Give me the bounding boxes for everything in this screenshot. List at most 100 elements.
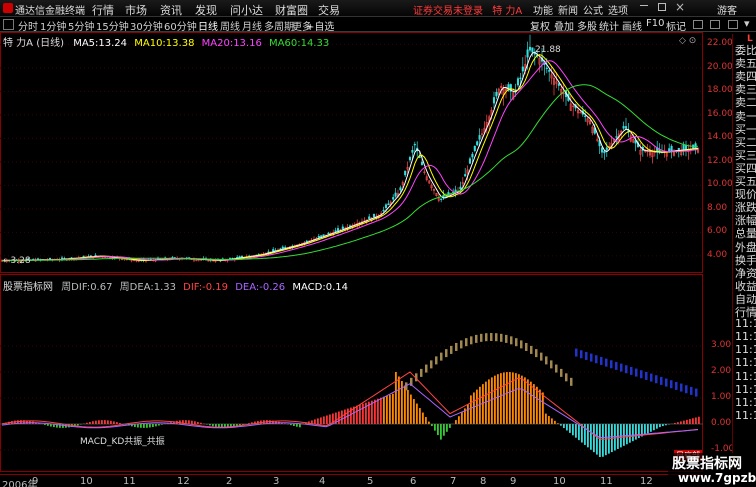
period-tab-4[interactable]: 30分钟 <box>130 18 163 33</box>
macd-bar <box>521 375 523 424</box>
time-tick: 10 <box>553 476 566 487</box>
macd-bar <box>545 413 547 424</box>
add-watchlist-button[interactable]: +自选 <box>306 18 334 33</box>
macd-bar <box>155 424 157 427</box>
layout-icon[interactable] <box>693 20 703 29</box>
tool-stats[interactable]: 统计 <box>599 18 619 33</box>
macd-bar <box>410 394 412 424</box>
quote-side-panel[interactable]: 委比 卖五 卖四 卖三 卖二 卖一 买一 买二 买三 买四 买五 现价 涨跌 涨幅 总量 外盘 换手 净资 收益 自动… <box>732 34 756 474</box>
chart-settings-icon[interactable]: ◇ ⊙ <box>679 36 696 46</box>
macd-bar <box>698 416 700 424</box>
macd-bar <box>470 395 472 424</box>
weekly-macd-bar <box>505 334 508 343</box>
candle-body <box>615 136 618 138</box>
macd-bar <box>140 424 142 428</box>
menu-trade[interactable]: 交易 <box>318 2 340 18</box>
menu-quotes[interactable]: 行情 <box>92 2 114 18</box>
tool-draw[interactable]: 画线 <box>622 18 642 33</box>
panel-toggle-icon[interactable] <box>728 20 738 29</box>
period-tab-6[interactable]: 日线 <box>198 18 218 33</box>
weekly-macd-bar <box>660 376 663 385</box>
macd-bar <box>89 421 91 424</box>
time-tick: 6 <box>410 476 417 487</box>
menu-ask[interactable]: 问小达 <box>230 2 263 18</box>
period-tab-5[interactable]: 60分钟 <box>164 18 197 33</box>
candle-body <box>392 197 395 200</box>
stock-name-top: 特 力A <box>492 6 523 17</box>
macd-bar <box>533 384 535 424</box>
tool-overlay[interactable]: 叠加 <box>554 18 574 33</box>
side-panel-item[interactable]: 11:1 <box>735 343 756 356</box>
period-tab-7[interactable]: 周线 <box>220 18 240 33</box>
side-panel-item[interactable]: 11:1 <box>735 370 756 383</box>
menu-newsfeed[interactable]: 新闻 <box>558 2 578 17</box>
tool-mark[interactable]: 标记 <box>666 18 686 33</box>
macd-bar <box>137 424 139 428</box>
minimize-icon[interactable] <box>640 5 648 6</box>
weekly-macd-bar <box>470 336 473 345</box>
macd-bar <box>614 424 616 451</box>
menu-wealth[interactable]: 财富圈 <box>275 2 308 18</box>
menu-function[interactable]: 功能 <box>533 2 553 17</box>
macd-bar <box>362 403 364 424</box>
tool-multi-stock[interactable]: 多股 <box>577 18 597 33</box>
weekly-macd-bar <box>515 338 518 347</box>
side-panel-item[interactable]: 11:1 <box>735 409 756 422</box>
side-panel-item[interactable]: 11:1 <box>735 356 756 369</box>
kline-chart-area[interactable]: 特 力A (日线) MA5:13.24 MA10:13.38 MA20:13.1… <box>0 32 734 472</box>
menu-options[interactable]: 选项 <box>608 2 628 17</box>
period-tab-3[interactable]: 15分钟 <box>96 18 129 33</box>
side-panel-item[interactable]: 11:1 <box>735 383 756 396</box>
candle-body <box>495 91 498 97</box>
period-tab-0[interactable]: 分时 <box>18 18 38 33</box>
dea-label: DEA:-0.26 <box>235 282 286 293</box>
tool-adjust[interactable]: 复权 <box>530 18 550 33</box>
tool-f10[interactable]: F10 <box>646 18 664 29</box>
macd-bar <box>374 399 376 424</box>
macd-bar <box>653 424 655 431</box>
login-notice[interactable]: 证券交易未登录 特 力A <box>413 2 522 17</box>
guest-label[interactable]: 游客 <box>717 2 737 17</box>
menu-formula[interactable]: 公式 <box>583 2 603 17</box>
candle-body <box>387 203 390 206</box>
macd-bar <box>386 395 388 424</box>
side-panel-item[interactable]: 11:1 <box>735 396 756 409</box>
candle-body <box>305 240 308 243</box>
ma10-label: MA10:13.38 <box>134 38 195 49</box>
candle-body <box>545 67 548 70</box>
menu-discover[interactable]: 发现 <box>195 2 217 18</box>
menu-market[interactable]: 市场 <box>125 2 147 18</box>
menu-news[interactable]: 资讯 <box>160 2 182 18</box>
macd-bar <box>326 415 328 424</box>
macd-bar <box>449 424 451 428</box>
maximize-icon[interactable] <box>658 3 666 11</box>
weekly-macd-bar <box>675 381 678 390</box>
close-icon[interactable]: × <box>675 0 685 14</box>
candle-body <box>413 143 416 146</box>
side-panel-item[interactable]: 11:1 <box>735 317 756 330</box>
period-tab-1[interactable]: 1分钟 <box>40 18 66 33</box>
dropdown-icon[interactable]: ▾ <box>744 17 750 30</box>
macd-bar <box>143 424 145 428</box>
macd-bar <box>293 424 295 427</box>
macd-bar <box>572 424 574 436</box>
kline-chart-svg[interactable] <box>0 32 703 472</box>
grid-icon[interactable] <box>710 20 720 29</box>
weekly-macd-bar <box>445 349 448 358</box>
weekly-dea-label: 周DEA:1.33 <box>119 282 176 293</box>
period-tab-8[interactable]: 月线 <box>242 18 262 33</box>
candle-body <box>334 230 337 232</box>
period-tab-2[interactable]: 5分钟 <box>68 18 94 33</box>
time-tick: 5 <box>367 476 374 487</box>
side-panel-item[interactable]: 11:1 <box>735 330 756 343</box>
weekly-macd-bar <box>430 360 433 369</box>
chart-mode-icon[interactable] <box>3 19 14 30</box>
period-tab-9[interactable]: 多周期 <box>264 18 294 33</box>
indicator-name[interactable]: 股票指标网 <box>3 282 53 293</box>
macd-bar <box>446 424 448 432</box>
weekly-macd-bar <box>545 356 548 365</box>
candle-body <box>476 141 479 146</box>
time-tick: 12 <box>640 476 653 487</box>
price-tick: 14.00 <box>707 132 733 143</box>
macd-bar <box>419 408 421 424</box>
